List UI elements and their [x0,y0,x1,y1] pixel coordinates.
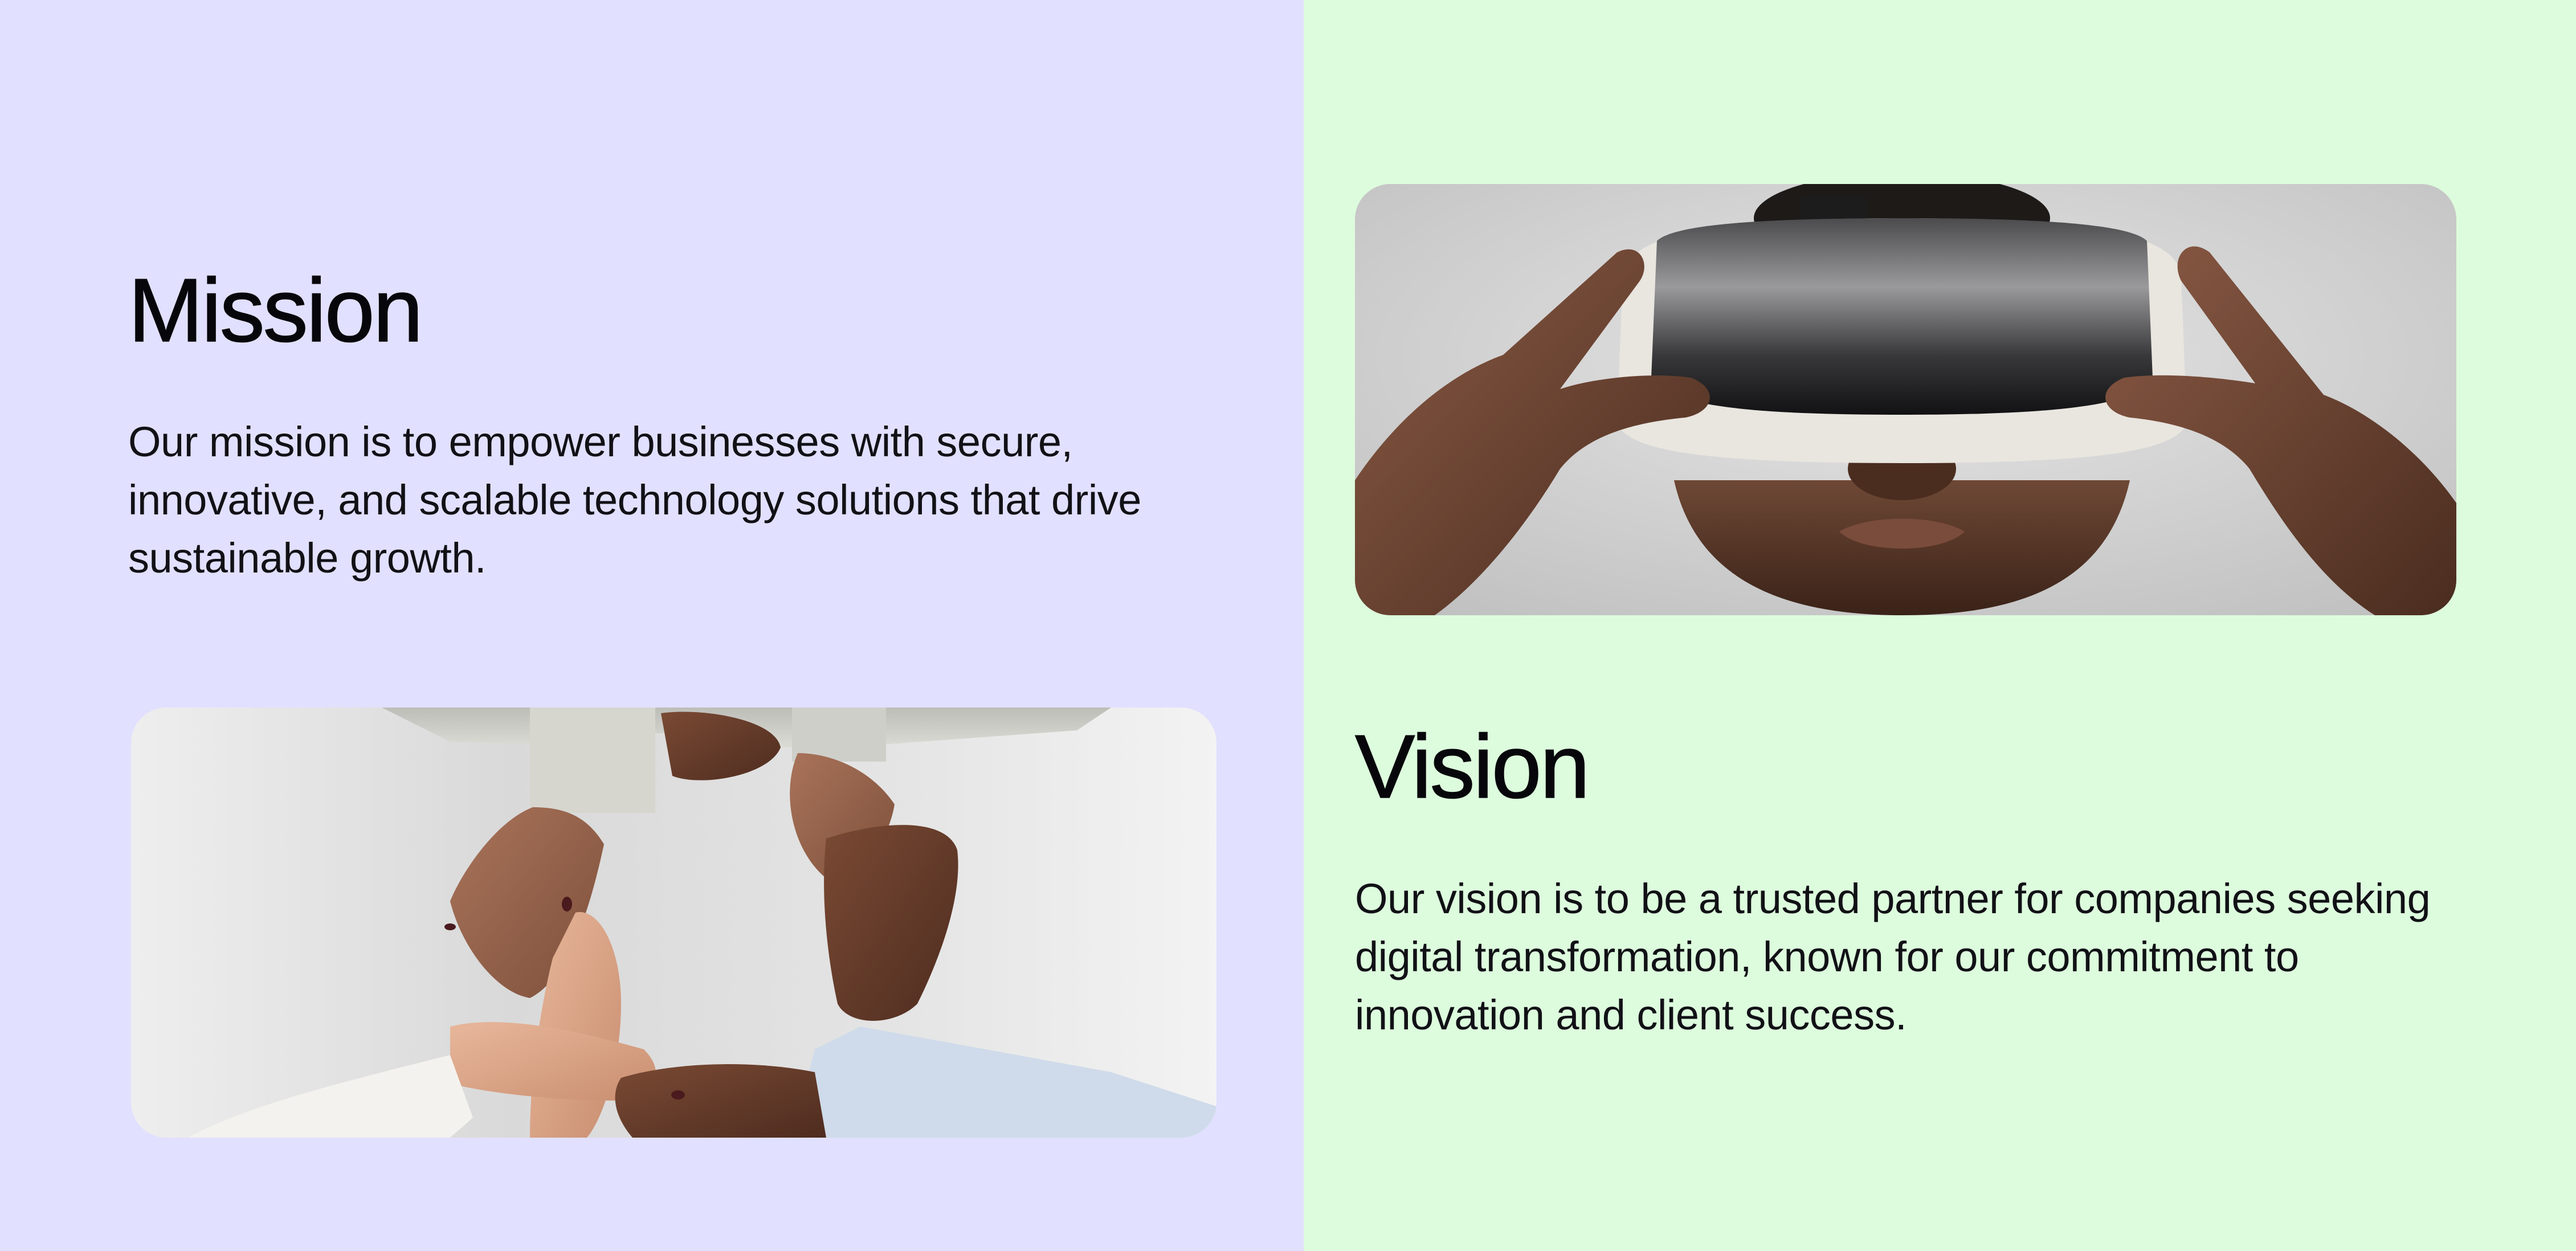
mission-heading: Mission [128,260,423,361]
mission-section: Mission Our mission is to empower busine… [0,0,1304,1251]
vision-description: Our vision is to be a trusted partner fo… [1355,875,2431,1039]
vision-image [1355,184,2456,615]
mission-description: Our mission is to empower businesses wit… [128,418,1141,582]
mission-image [131,708,1216,1138]
vision-heading: Vision [1354,717,1590,817]
